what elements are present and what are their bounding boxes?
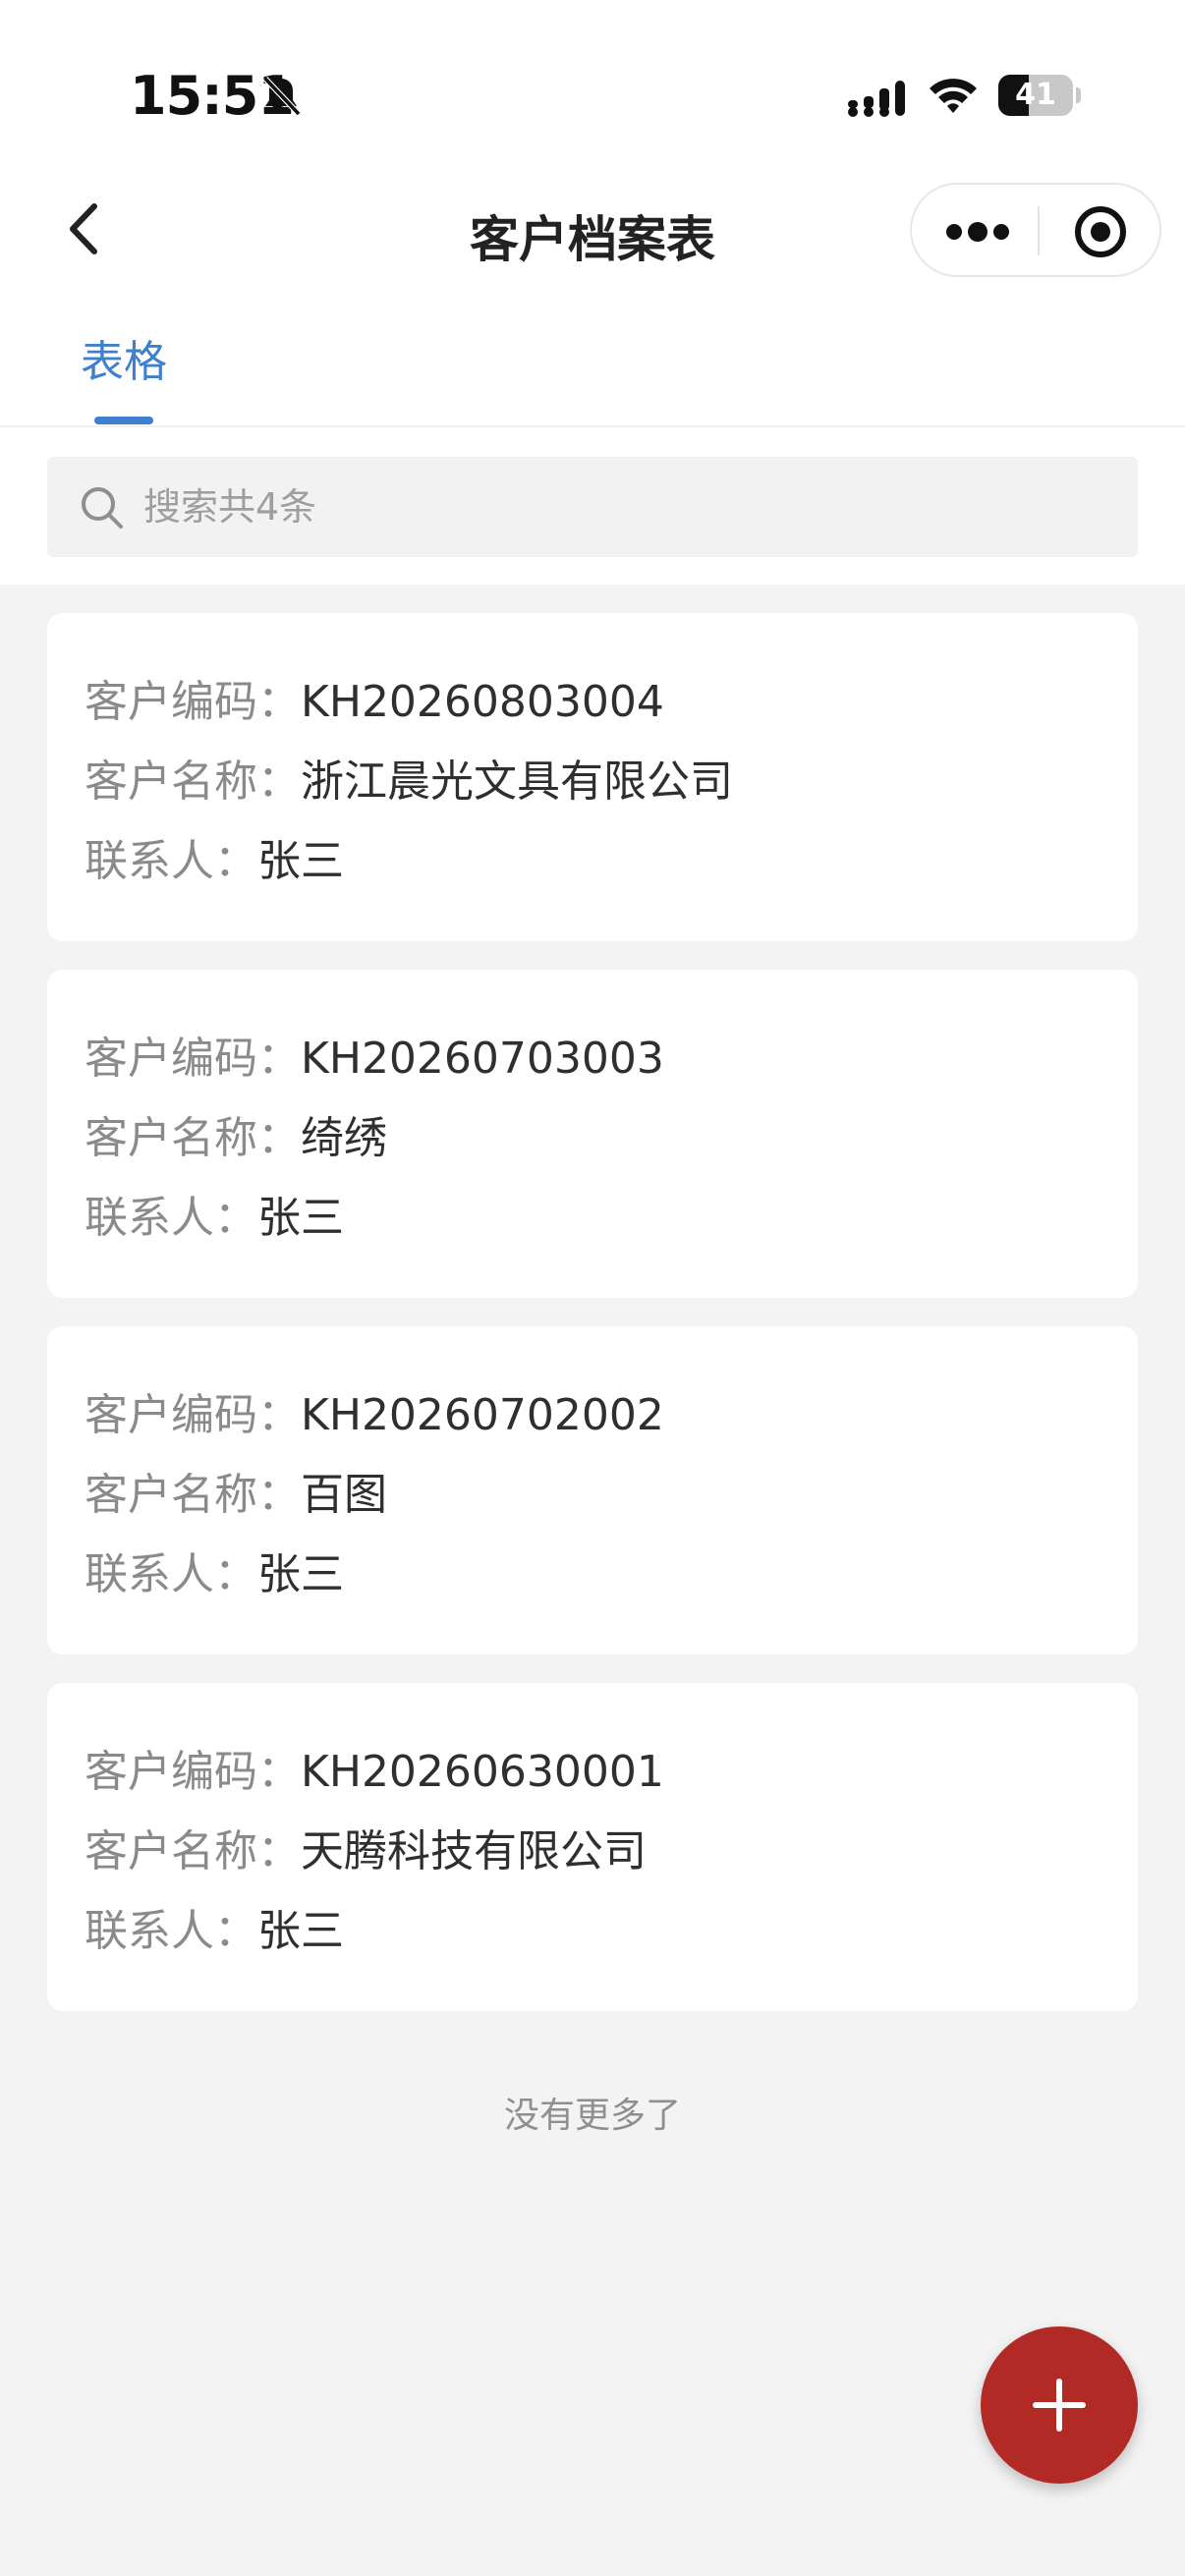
more-dots-icon[interactable] <box>945 212 1010 252</box>
mini-program-capsule <box>910 183 1161 277</box>
contact-row: 联系人：张三 <box>85 825 344 888</box>
search-bar-container <box>0 427 1185 585</box>
contact-value: 张三 <box>257 1906 344 1956</box>
customer-card[interactable]: 客户编码：KH20260703003 客户名称：绮绣 联系人：张三 <box>47 970 1138 1298</box>
contact-label: 联系人： <box>85 836 257 886</box>
customer-name-label: 客户名称： <box>85 1113 301 1163</box>
customer-code-row: 客户编码：KH20260803004 <box>85 666 664 729</box>
contact-row: 联系人：张三 <box>85 1182 344 1245</box>
customer-card[interactable]: 客户编码：KH20260630001 客户名称：天腾科技有限公司 联系人：张三 <box>47 1683 1138 2011</box>
battery-indicator: 41 <box>998 75 1081 116</box>
customer-code-value: KH20260702002 <box>301 1390 664 1440</box>
customer-code-row: 客户编码：KH20260703003 <box>85 1023 664 1086</box>
plus-icon <box>1033 2379 1086 2432</box>
search-box[interactable] <box>47 457 1138 557</box>
customer-name-label: 客户名称： <box>85 1470 301 1520</box>
customer-name-value: 百图 <box>301 1470 387 1520</box>
customer-code-label: 客户编码： <box>85 677 301 727</box>
add-customer-button[interactable] <box>981 2326 1138 2484</box>
customer-card[interactable]: 客户编码：KH20260803004 客户名称：浙江晨光文具有限公司 联系人：张… <box>47 613 1138 941</box>
customer-code-row: 客户编码：KH20260630001 <box>85 1736 664 1799</box>
tab-active-indicator <box>94 417 153 424</box>
customer-code-row: 客户编码：KH20260702002 <box>85 1379 664 1442</box>
customer-name-value: 天腾科技有限公司 <box>301 1826 647 1876</box>
wifi-icon <box>930 79 977 113</box>
customer-code-value: KH20260703003 <box>301 1034 664 1084</box>
customer-name-value: 绮绣 <box>301 1113 387 1163</box>
customer-code-value: KH20260803004 <box>301 677 664 727</box>
customer-name-row: 客户名称：天腾科技有限公司 <box>85 1816 647 1878</box>
customer-code-label: 客户编码： <box>85 1034 301 1084</box>
contact-label: 联系人： <box>85 1906 257 1956</box>
signal-icon <box>848 81 905 117</box>
bell-off-icon <box>262 76 302 117</box>
customer-name-row: 客户名称：浙江晨光文具有限公司 <box>85 746 733 809</box>
contact-value: 张三 <box>257 1193 344 1243</box>
customer-name-row: 客户名称：绮绣 <box>85 1102 387 1165</box>
contact-row: 联系人：张三 <box>85 1895 344 1958</box>
customer-code-value: KH20260630001 <box>301 1747 664 1797</box>
contact-value: 张三 <box>257 836 344 886</box>
tab-table[interactable]: 表格 <box>81 326 167 389</box>
customer-card[interactable]: 客户编码：KH20260702002 客户名称：百图 联系人：张三 <box>47 1326 1138 1654</box>
contact-value: 张三 <box>257 1549 344 1599</box>
search-input[interactable] <box>143 457 1106 557</box>
battery-level-text: 41 <box>1015 78 1056 112</box>
customer-code-label: 客户编码： <box>85 1390 301 1440</box>
contact-row: 联系人：张三 <box>85 1539 344 1601</box>
customer-name-label: 客户名称： <box>85 1826 301 1876</box>
customer-code-label: 客户编码： <box>85 1747 301 1797</box>
no-more-text: 没有更多了 <box>503 2096 681 2136</box>
customer-name-row: 客户名称：百图 <box>85 1459 387 1522</box>
customer-name-value: 浙江晨光文具有限公司 <box>301 756 733 807</box>
search-icon <box>82 487 123 529</box>
capsule-divider <box>1038 206 1040 255</box>
contact-label: 联系人： <box>85 1193 257 1243</box>
header-area: 15:51 41 客户档案表 表格 <box>0 0 1185 427</box>
customer-name-label: 客户名称： <box>85 756 301 807</box>
contact-label: 联系人： <box>85 1549 257 1599</box>
target-circle-icon[interactable] <box>1073 204 1128 259</box>
